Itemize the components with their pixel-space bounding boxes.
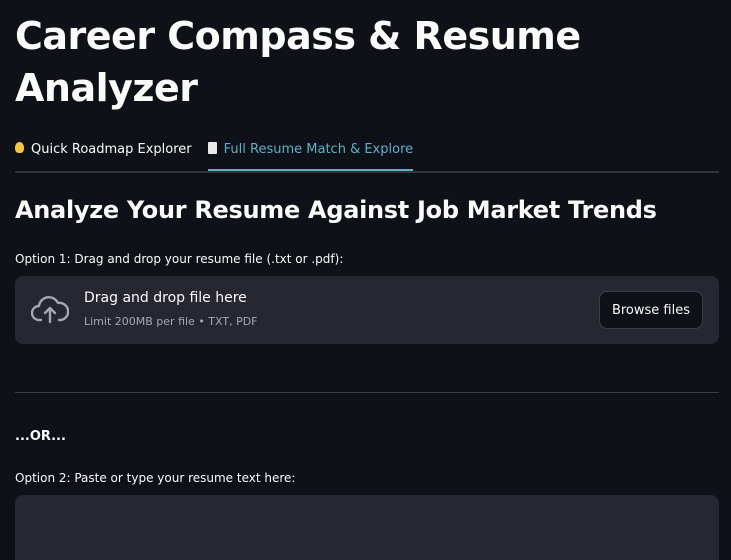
browse-files-button[interactable]: Browse files [598, 291, 703, 329]
tab-full-resume-match[interactable]: Full Resume Match & Explore [207, 130, 414, 171]
tab-label: Full Resume Match & Explore [223, 142, 414, 157]
dropzone-limit: Limit 200MB per file • TXT, PDF [84, 315, 258, 328]
document-icon [207, 141, 217, 158]
section-heading: Analyze Your Resume Against Job Market T… [15, 196, 657, 224]
app-title: Career Compass & Resume Analyzer [15, 14, 581, 110]
cloud-upload-icon [31, 296, 69, 324]
option1-label: Option 1: Drag and drop your resume file… [15, 252, 344, 266]
app-page: Career Compass & Resume Analyzer Quick R… [0, 0, 731, 560]
option2-label: Option 2: Paste or type your resume text… [15, 471, 296, 485]
tab-bar: Quick Roadmap Explorer Full Resume Match… [15, 130, 719, 173]
dropzone-title: Drag and drop file here [84, 290, 247, 306]
resume-text-input[interactable] [15, 495, 719, 560]
tab-quick-roadmap-explorer[interactable]: Quick Roadmap Explorer [15, 130, 192, 169]
divider [15, 392, 719, 393]
tab-label: Quick Roadmap Explorer [31, 142, 192, 157]
file-dropzone[interactable]: Drag and drop file here Limit 200MB per … [15, 276, 719, 344]
lightbulb-icon [15, 142, 24, 157]
or-separator: ...OR... [15, 429, 66, 444]
